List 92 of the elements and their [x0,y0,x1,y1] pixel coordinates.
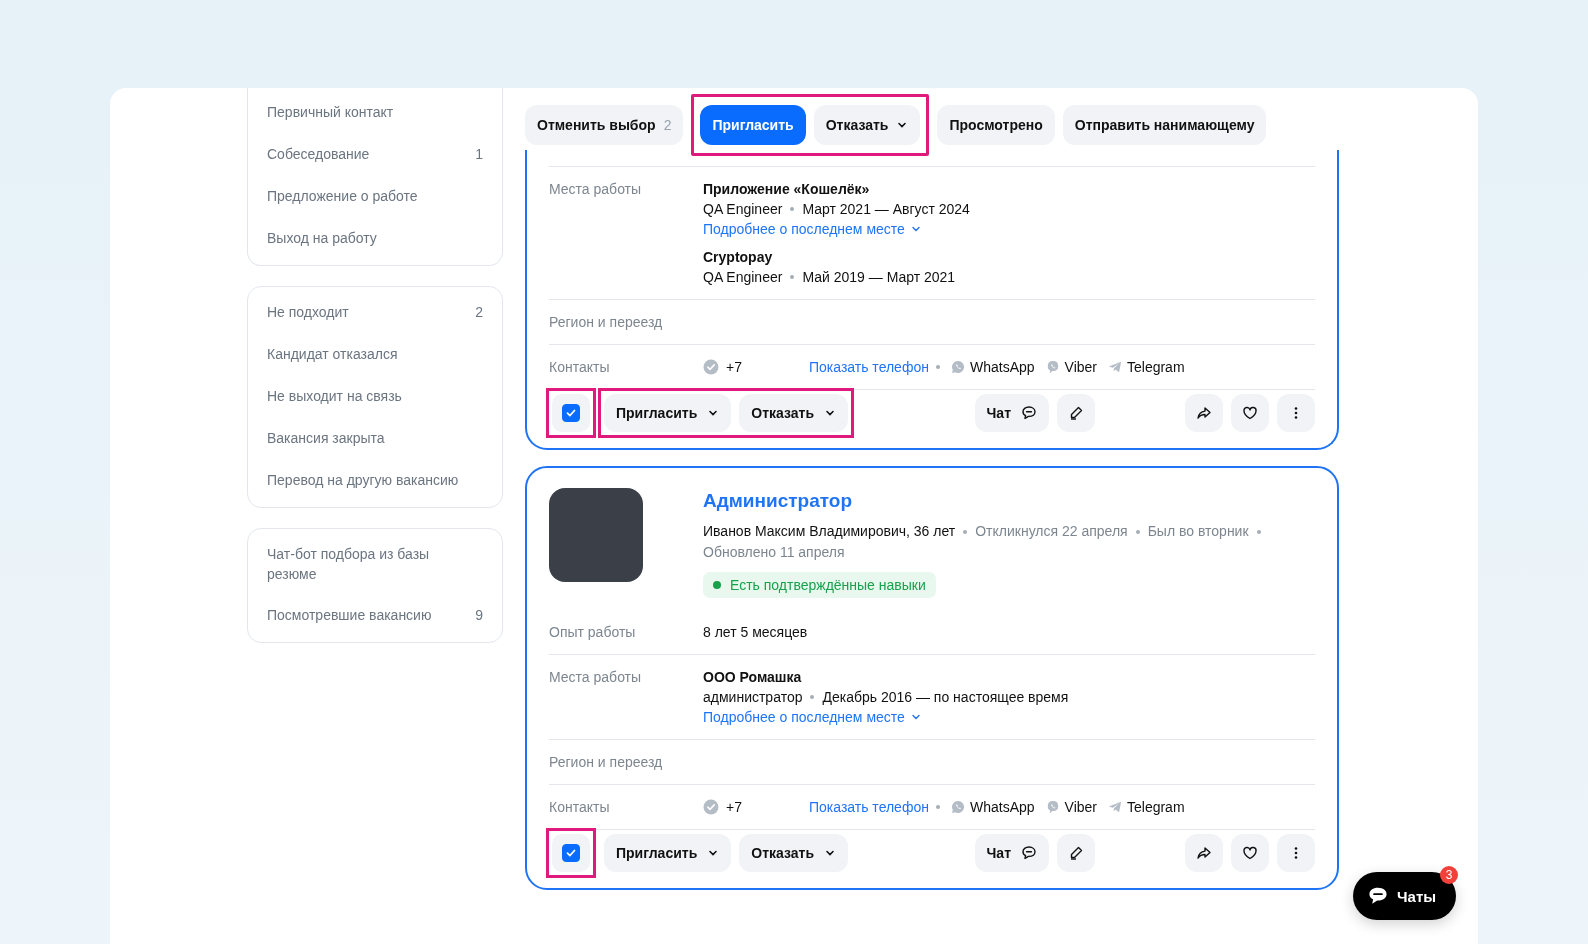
pencil-icon [1068,845,1084,861]
meta-text: Был во вторник [1147,522,1249,541]
sidebar-item[interactable]: Выход на работу [248,218,502,260]
sidebar-item[interactable]: Вакансия закрыта [248,418,502,460]
favorite-button[interactable] [1231,394,1269,432]
messenger-link[interactable]: Viber [1045,357,1097,377]
edit-button[interactable] [1057,834,1095,872]
share-button[interactable] [1185,834,1223,872]
sidebar-item[interactable]: Не выходит на связь [248,376,502,418]
sidebar-item[interactable]: Перевод на другую вакансию [248,460,502,502]
checkbox[interactable] [552,834,590,872]
messenger-link[interactable]: Telegram [1108,357,1185,377]
verified-icon [703,359,719,375]
chat-bubble-icon [1021,845,1037,861]
phone-bubble-icon [950,800,965,814]
separator-dot [790,275,795,279]
sidebar-item[interactable]: Собеседование 1 [248,134,502,176]
verified-icon [703,799,719,815]
toolbar-button[interactable]: Просмотрено [937,105,1055,145]
separator-dot [1135,529,1140,534]
share-arrow-icon [1196,405,1212,421]
heart-icon [1242,405,1258,421]
more-link[interactable]: Подробнее о последнем месте [703,707,922,727]
row-label: Контакты [549,798,611,817]
meta-text: Откликнулся 22 апреля [975,522,1128,541]
dropdown-button[interactable]: Отказать [813,105,921,145]
phone-prefix: +7 [726,358,742,377]
row-label: Регион и переезд [549,313,664,332]
paper-plane-icon [1108,800,1122,814]
edit-button[interactable] [1057,394,1095,432]
checkbox[interactable] [552,394,590,432]
cancel-selection-button[interactable]: Отменить выбор 2 [525,105,684,145]
sidebar-item[interactable]: Первичный контакт [248,92,502,134]
pencil-icon [1068,405,1084,421]
chat-button[interactable]: Чат [974,834,1049,872]
sidebar-item[interactable]: Посмотревшие вакансию 9 [248,595,502,638]
invite-button[interactable]: Пригласить [700,105,806,145]
separator-dot [935,805,940,809]
phone-bubble-icon [1045,360,1060,374]
checkmark-icon [565,407,577,419]
share-arrow-icon [1196,845,1212,861]
company-name: Приложение «Кошелёк» [703,180,871,199]
job-position: администратор [703,688,803,707]
show-phone-link[interactable]: Показать телефон [808,357,929,377]
separator-dot [1256,529,1261,534]
job-position: QA Engineer [703,268,783,287]
sidebar-item[interactable]: Чат-бот подбора из базы резюме [248,534,502,596]
separator-dot [935,365,940,369]
reject-dropdown-button[interactable]: Отказать [739,834,848,872]
checkmark-icon [565,847,577,859]
sidebar-item[interactable]: Предложение о работе [248,176,502,218]
toolbar-button[interactable]: Отправить нанимающему [1062,105,1267,145]
messenger-link[interactable]: Telegram [1108,797,1185,817]
paper-plane-icon [1108,360,1122,374]
row-label: Места работы [549,668,643,687]
invite-dropdown-button[interactable]: Пригласить [604,834,732,872]
row-value: 8 лет 5 месяцев [703,623,808,642]
messenger-link[interactable]: WhatsApp [950,357,1035,377]
chat-bubble-icon [1367,885,1389,907]
row-label: Места работы [549,180,643,199]
sidebar-item[interactable]: Не подходит 2 [248,292,502,334]
share-button[interactable] [1185,394,1223,432]
separator-dot [810,695,815,699]
favorite-button[interactable] [1231,834,1269,872]
job-position: QA Engineer [703,200,783,219]
chat-button[interactable]: Чат [974,394,1049,432]
vacancy-title-link[interactable]: Администратор [703,490,1313,512]
invite-dropdown-button[interactable]: Пригласить [604,394,732,432]
job-period: Декабрь 2016 — по настоящее время [822,688,1069,707]
job-period: Май 2019 — Март 2021 [802,268,956,287]
sidebar-item[interactable]: Кандидат отказался [248,334,502,376]
heart-icon [1242,845,1258,861]
separator-dot [790,207,795,211]
company-name: Cryptopay [703,248,774,267]
phone-bubble-icon [950,360,965,374]
job-period: Март 2021 — Август 2024 [802,200,970,219]
chat-bubble-icon [1021,405,1037,421]
more-link[interactable]: Подробнее о последнем месте [703,219,922,239]
messenger-link[interactable]: WhatsApp [950,797,1035,817]
phone-prefix: +7 [726,798,742,817]
separator-dot [963,529,968,534]
meta-text: Обновлено 11 апреля [703,543,845,562]
candidate-name: Иванов Максим Владимирович, 36 лет [703,522,956,541]
company-name: ООО Ромашка [703,668,803,687]
skills-badge: Есть подтверждённые навыки [703,572,936,598]
messenger-link[interactable]: Viber [1045,797,1097,817]
row-label: Регион и переезд [549,753,664,772]
reject-dropdown-button[interactable]: Отказать [739,394,848,432]
row-label: Опыт работы [549,623,637,642]
row-label: Контакты [549,358,611,377]
phone-bubble-icon [1045,800,1060,814]
show-phone-link[interactable]: Показать телефон [808,797,929,817]
